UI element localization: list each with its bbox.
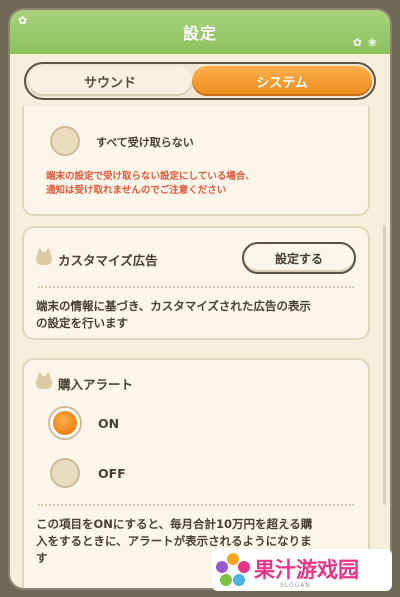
- flower-logo-icon: [216, 553, 250, 587]
- notification-card: すべて受け取らない 端末の設定で受け取らない設定にしている場合、 通知は受け取れ…: [22, 106, 370, 216]
- custom-ads-card: カスタマイズ広告 設定する 端末の情報に基づき、カスタマイズされた広告の表示 の…: [22, 226, 370, 340]
- radio-alert-off[interactable]: [50, 458, 80, 488]
- settings-scroll-area[interactable]: すべて受け取らない 端末の設定で受け取らない設定にしている場合、 通知は受け取れ…: [10, 106, 390, 588]
- custom-ads-title: カスタマイズ広告: [58, 253, 158, 268]
- option-label-on: ON: [98, 416, 120, 431]
- watermark-text: 果汁游戏园: [254, 558, 359, 582]
- tab-sound[interactable]: サウンド: [28, 66, 192, 96]
- scrollbar[interactable]: [383, 225, 386, 505]
- flower-decoration-icon: ✿: [18, 14, 29, 27]
- settings-panel: 設定 ✿ ✿ ❀ サウンド システム すべて受け取らない 端末の設定で受け取らな…: [10, 10, 390, 588]
- warning-text: 端末の設定で受け取らない設定にしている場合、 通知は受け取れませんのでご注意くだ…: [46, 171, 255, 196]
- radio-alert-on[interactable]: [50, 408, 80, 438]
- page-title: 設定: [182, 24, 217, 43]
- option-label-receive-none: すべて受け取らない: [96, 136, 194, 149]
- divider: [38, 504, 354, 506]
- custom-ads-settings-button[interactable]: 設定する: [242, 242, 356, 274]
- flower-decoration-icon: ✿ ❀: [352, 36, 378, 49]
- purchase-alert-title: 購入アラート: [58, 377, 134, 392]
- watermark-logo: 果汁游戏园 SLOGAN: [212, 549, 392, 591]
- option-label-off: OFF: [98, 466, 126, 481]
- header-bar: 設定 ✿ ✿ ❀: [10, 10, 390, 54]
- tab-system[interactable]: システム: [192, 66, 372, 96]
- tab-bar: サウンド システム: [24, 62, 376, 100]
- cat-icon: [36, 248, 52, 265]
- watermark-slogan: SLOGAN: [280, 582, 311, 589]
- radio-receive-none[interactable]: [50, 126, 80, 156]
- custom-ads-description: 端末の情報に基づき、カスタマイズされた広告の表示 の設定を行います: [36, 299, 311, 330]
- cat-icon: [36, 372, 52, 389]
- divider: [38, 286, 354, 288]
